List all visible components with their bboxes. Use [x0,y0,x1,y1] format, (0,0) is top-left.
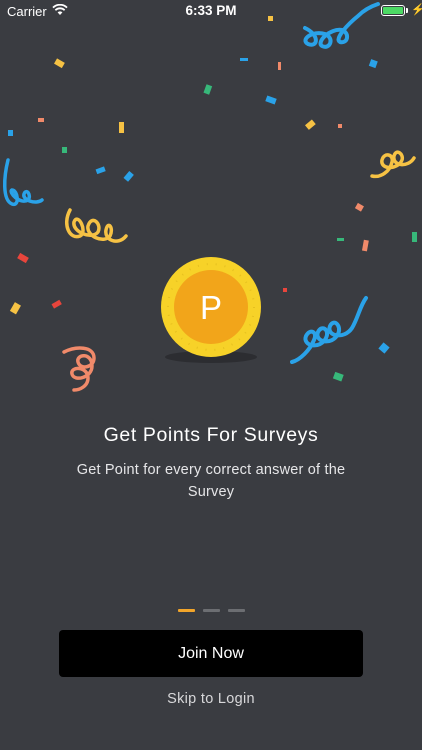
onboarding-subtitle: Get Point for every correct answer of th… [76,462,346,500]
coin-icon: P [158,257,264,367]
page-indicator-dot-3[interactable] [228,609,245,612]
coin-letter: P [200,289,222,326]
page-indicator-dot-2[interactable] [203,609,220,612]
onboarding-title: Get Points For Surveys [103,424,319,446]
join-now-button[interactable]: Join Now [59,630,363,677]
page-indicator [178,609,248,612]
skip-to-login-link[interactable]: Skip to Login [0,691,422,707]
page-indicator-dot-1[interactable] [178,609,195,612]
